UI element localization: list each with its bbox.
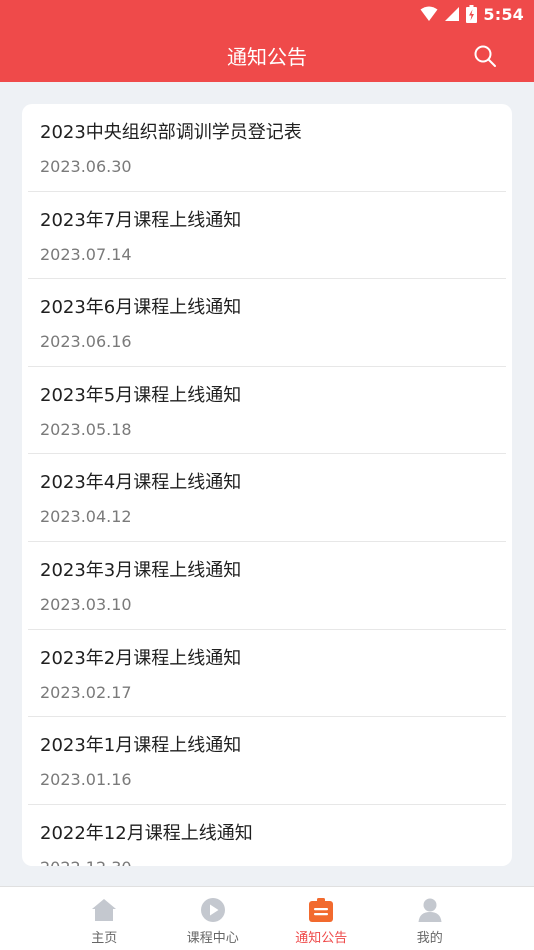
notice-date: 2023.05.18	[40, 419, 132, 439]
tab-label: 主页	[91, 931, 118, 946]
search-icon	[474, 45, 496, 67]
notice-date: 2023.04.12	[40, 507, 132, 527]
notice-date: 2023.02.17	[40, 682, 132, 702]
home-icon	[91, 897, 117, 923]
notice-title: 2023年4月课程上线通知	[40, 472, 242, 494]
status-bar: 5:54	[0, 0, 534, 28]
play-icon	[200, 897, 226, 923]
notice-title: 2023年1月课程上线通知	[40, 735, 242, 757]
notice-date: 2023.06.16	[40, 332, 132, 352]
notice-date: 2023.06.30	[40, 157, 132, 176]
notice-item[interactable]: 2023年1月课程上线通知 2023.01.16	[28, 717, 506, 805]
notice-item[interactable]: 2023年7月课程上线通知 2023.07.14	[28, 192, 506, 280]
wifi-icon	[420, 6, 438, 21]
app-header: 通知公告	[0, 28, 534, 82]
tab-home[interactable]: 主页	[50, 887, 159, 950]
status-icons: 5:54	[420, 4, 524, 24]
notice-screen: 5:54 通知公告 2023中央组织部调训学员登记表 2023.06.30 20…	[0, 0, 534, 950]
tab-label: 通知公告	[295, 931, 348, 946]
notice-list[interactable]: 2023中央组织部调训学员登记表 2023.06.30 2023年7月课程上线通…	[22, 104, 512, 866]
top-bar: 5:54 通知公告	[0, 0, 534, 82]
notice-date: 2023.01.16	[40, 770, 132, 790]
notice-title: 2023年3月课程上线通知	[40, 559, 242, 581]
battery-icon	[466, 5, 478, 23]
notice-title: 2023年2月课程上线通知	[40, 647, 242, 669]
notice-date: 2023.03.10	[40, 594, 132, 614]
tab-course-center[interactable]: 课程中心	[159, 887, 268, 950]
notice-date: 2023.07.14	[40, 244, 132, 264]
notice-item[interactable]: 2023年2月课程上线通知 2023.02.17	[28, 630, 506, 718]
notice-item[interactable]: 2023年3月课程上线通知 2023.03.10	[28, 542, 506, 630]
notice-item[interactable]: 2023年4月课程上线通知 2023.04.12	[28, 454, 506, 542]
status-time: 5:54	[483, 4, 524, 24]
notice-item[interactable]: 2022年12月课程上线通知 2022.12.30	[28, 805, 506, 866]
notice-icon	[308, 897, 334, 923]
user-icon	[417, 897, 443, 923]
tab-label: 我的	[416, 931, 443, 946]
notice-title: 2022年12月课程上线通知	[40, 822, 253, 844]
cellular-signal-icon	[445, 7, 460, 21]
bottom-tab-bar: 主页 课程中心 通知公告 我的	[0, 886, 534, 950]
tab-label: 课程中心	[186, 931, 239, 946]
notice-item[interactable]: 2023年5月课程上线通知 2023.05.18	[28, 367, 506, 455]
notice-date: 2022.12.30	[40, 858, 132, 866]
notice-title: 2023年7月课程上线通知	[40, 209, 242, 231]
notice-item[interactable]: 2023年6月课程上线通知 2023.06.16	[28, 279, 506, 367]
notice-title: 2023年5月课程上线通知	[40, 384, 242, 406]
notice-item[interactable]: 2023中央组织部调训学员登记表 2023.06.30	[28, 104, 506, 192]
tab-mine[interactable]: 我的	[376, 887, 485, 950]
page-title: 通知公告	[227, 45, 307, 69]
notice-title: 2023年6月课程上线通知	[40, 297, 242, 319]
search-button[interactable]	[472, 43, 498, 69]
notice-title: 2023中央组织部调训学员登记表	[40, 122, 302, 143]
tab-notices[interactable]: 通知公告	[267, 887, 376, 950]
